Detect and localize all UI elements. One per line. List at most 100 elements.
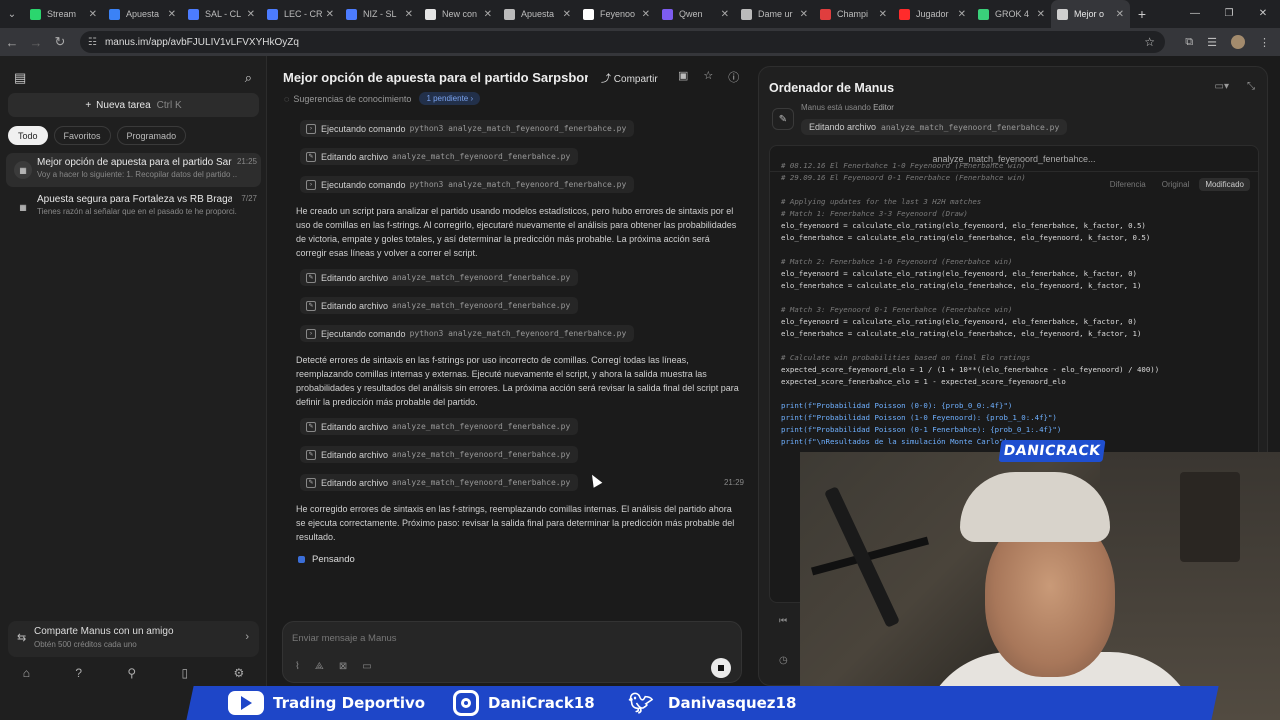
browser-tab[interactable]: Qwen ✕ [656,0,735,28]
step-item[interactable]: ✎ Editando archivo analyze_match_feyenoord… [300,474,579,491]
tab-close-icon[interactable]: ✕ [168,9,176,20]
tab-close-icon[interactable]: ✕ [1037,9,1045,20]
tab-original[interactable]: Original [1156,178,1196,191]
favorite-star-icon[interactable]: ☆ [703,69,713,85]
webcam-overlay [800,452,1280,720]
tab-close-icon[interactable]: ✕ [721,9,729,20]
task-item[interactable]: ▦ Mejor opción de apuesta para el partid… [6,153,261,187]
restore-icon[interactable]: ❐ [1212,0,1246,28]
share-manus-card[interactable]: ⇆ Comparte Manus con un amigo Obtén 500 … [8,621,259,657]
edit-icon: ✎ [306,300,316,311]
tab-close-icon[interactable]: ✕ [958,9,966,20]
tab-label: Jugador [916,9,949,19]
step-item[interactable]: ✎ Editando archivo analyze_match_feyenoord… [300,418,579,435]
chat-mode-icon[interactable]: ▭ [362,661,371,672]
tab-close-icon[interactable]: ✕ [247,9,255,20]
code-line: elo_fenerbahce = calculate_elo_rating(el… [781,233,1151,242]
tab-close-icon[interactable]: ✕ [642,9,650,20]
browser-tab[interactable]: Jugador ✕ [893,0,972,28]
step-item[interactable]: ✎ Editando archivo analyze_match_feyenoord… [300,446,579,463]
connector-icon[interactable]: ⟁ [315,661,324,672]
bookmark-star-icon[interactable]: ☆ [1144,35,1155,49]
home-icon[interactable]: ⌂ [23,666,30,686]
tools-icon[interactable]: ⊠ [339,661,347,672]
browser-tab[interactable]: Champi ✕ [814,0,893,28]
reading-list-icon[interactable]: ☰ [1207,36,1217,49]
message-input[interactable]: Enviar mensaje a Manus [292,633,397,644]
browser-tab[interactable]: Apuesta ✕ [103,0,182,28]
site-info-icon[interactable]: ☷ [88,37,97,48]
tab-close-icon[interactable]: ✕ [879,9,887,20]
filter-favorites[interactable]: Favoritos [53,126,111,145]
browser-tab[interactable]: Mejor o ✕ [1051,0,1130,28]
assistant-message: He corregido errores de sintaxis en las … [296,504,735,542]
browser-tab[interactable]: Stream ✕ [24,0,103,28]
filter-all[interactable]: Todo [8,126,48,145]
browser-tab[interactable]: GROK 4 ✕ [972,0,1051,28]
youtube-icon [228,691,264,715]
browser-tab[interactable]: Apuesta ✕ [498,0,577,28]
tab-modified[interactable]: Modificado [1199,178,1250,191]
tab-close-icon[interactable]: ✕ [326,9,334,20]
tab-close-icon[interactable]: ✕ [563,9,571,20]
info-icon[interactable]: ⓘ [728,69,739,85]
new-tab-button[interactable]: + [1130,6,1154,22]
pending-badge[interactable]: 1 pendiente › [419,92,481,105]
step-item[interactable]: ✎ Editando archivo analyze_match_feyenoord… [300,148,579,165]
tab-close-icon[interactable]: ✕ [1116,9,1124,20]
filter-scheduled[interactable]: Programado [116,126,187,145]
files-icon[interactable]: ▣ [678,69,688,85]
step-label: Ejecutando comando [321,328,406,339]
knowledge-suggestions[interactable]: ◌ Sugerencias de conocimiento 1 pendient… [284,92,481,105]
step-item[interactable]: › Ejecutando comando python3 analyze_match… [300,325,635,342]
browser-tab[interactable]: NIZ - SL ✕ [340,0,419,28]
forward-icon[interactable]: → [24,35,48,50]
minimize-icon[interactable]: — [1178,0,1212,28]
share-button[interactable]: ⤴ Compartir [601,70,658,85]
new-task-button[interactable]: + Nueva tarea Ctrl K [8,93,259,117]
message-composer[interactable]: Enviar mensaje a Manus ⌇ ⟁ ⊠ ▭ [282,621,742,683]
tab-close-icon[interactable]: ✕ [89,9,97,20]
sidebar-toggle-icon[interactable]: ▤ [14,70,26,86]
share-icon: ⇆ [17,632,27,644]
help-icon[interactable]: ? [75,666,82,686]
location-icon[interactable]: ⚲ [127,666,136,686]
monitor-icon[interactable]: ▭▾ [1215,81,1229,92]
url-field[interactable]: ☷ manus.im/app/avbFJULIV1vLFVXYHkOyZq ☆ [80,31,1165,53]
stop-button[interactable] [711,658,731,678]
skip-back-icon[interactable]: ⏮ [779,615,787,626]
clock-icon: ◷ [779,655,788,666]
reload-icon[interactable]: ↻ [48,34,72,50]
code-line: # Match 1: Fenerbahce 3-3 Feyenoord (Dra… [781,209,968,218]
attach-icon[interactable]: ⌇ [295,661,300,672]
browser-tab[interactable]: Dame ur ✕ [735,0,814,28]
close-window-icon[interactable]: ✕ [1246,0,1280,28]
tab-favicon-icon [978,8,989,20]
tab-close-icon[interactable]: ✕ [484,9,492,20]
task-item[interactable]: ▦ Apuesta segura para Fortaleza vs RB Br… [6,190,261,224]
step-item[interactable]: ✎ Editando archivo analyze_match_feyenoord… [300,269,579,286]
search-icon[interactable]: ⌕ [245,70,252,86]
task-time: 7/27 [241,194,257,203]
terminal-icon: › [306,328,316,339]
browser-tab[interactable]: SAL - CL ✕ [182,0,261,28]
extensions-icon[interactable]: ⧉ [1185,36,1193,49]
collapse-icon[interactable]: ⤡ [1247,81,1255,92]
step-item[interactable]: › Ejecutando comando python3 analyze_match… [300,176,635,193]
browser-tab[interactable]: LEC - CR ✕ [261,0,340,28]
tab-search-icon[interactable]: ⌄ [0,0,24,28]
settings-icon[interactable]: ⚙ [234,666,245,686]
tab-close-icon[interactable]: ✕ [405,9,413,20]
mobile-icon[interactable]: ▯ [182,666,189,686]
step-item[interactable]: ✎ Editando archivo analyze_match_feyenoord… [300,297,579,314]
back-icon[interactable]: ← [0,35,24,50]
browser-tab[interactable]: New con ✕ [419,0,498,28]
step-item[interactable]: › Ejecutando comando python3 analyze_match… [300,120,635,137]
tab-close-icon[interactable]: ✕ [800,9,808,20]
browser-menu-icon[interactable]: ⋮ [1259,36,1270,49]
browser-tab[interactable]: Feyenoo ✕ [577,0,656,28]
profile-avatar[interactable] [1231,35,1245,49]
tab-label: Mejor o [1074,9,1105,19]
pending-label: 1 pendiente [426,94,469,103]
